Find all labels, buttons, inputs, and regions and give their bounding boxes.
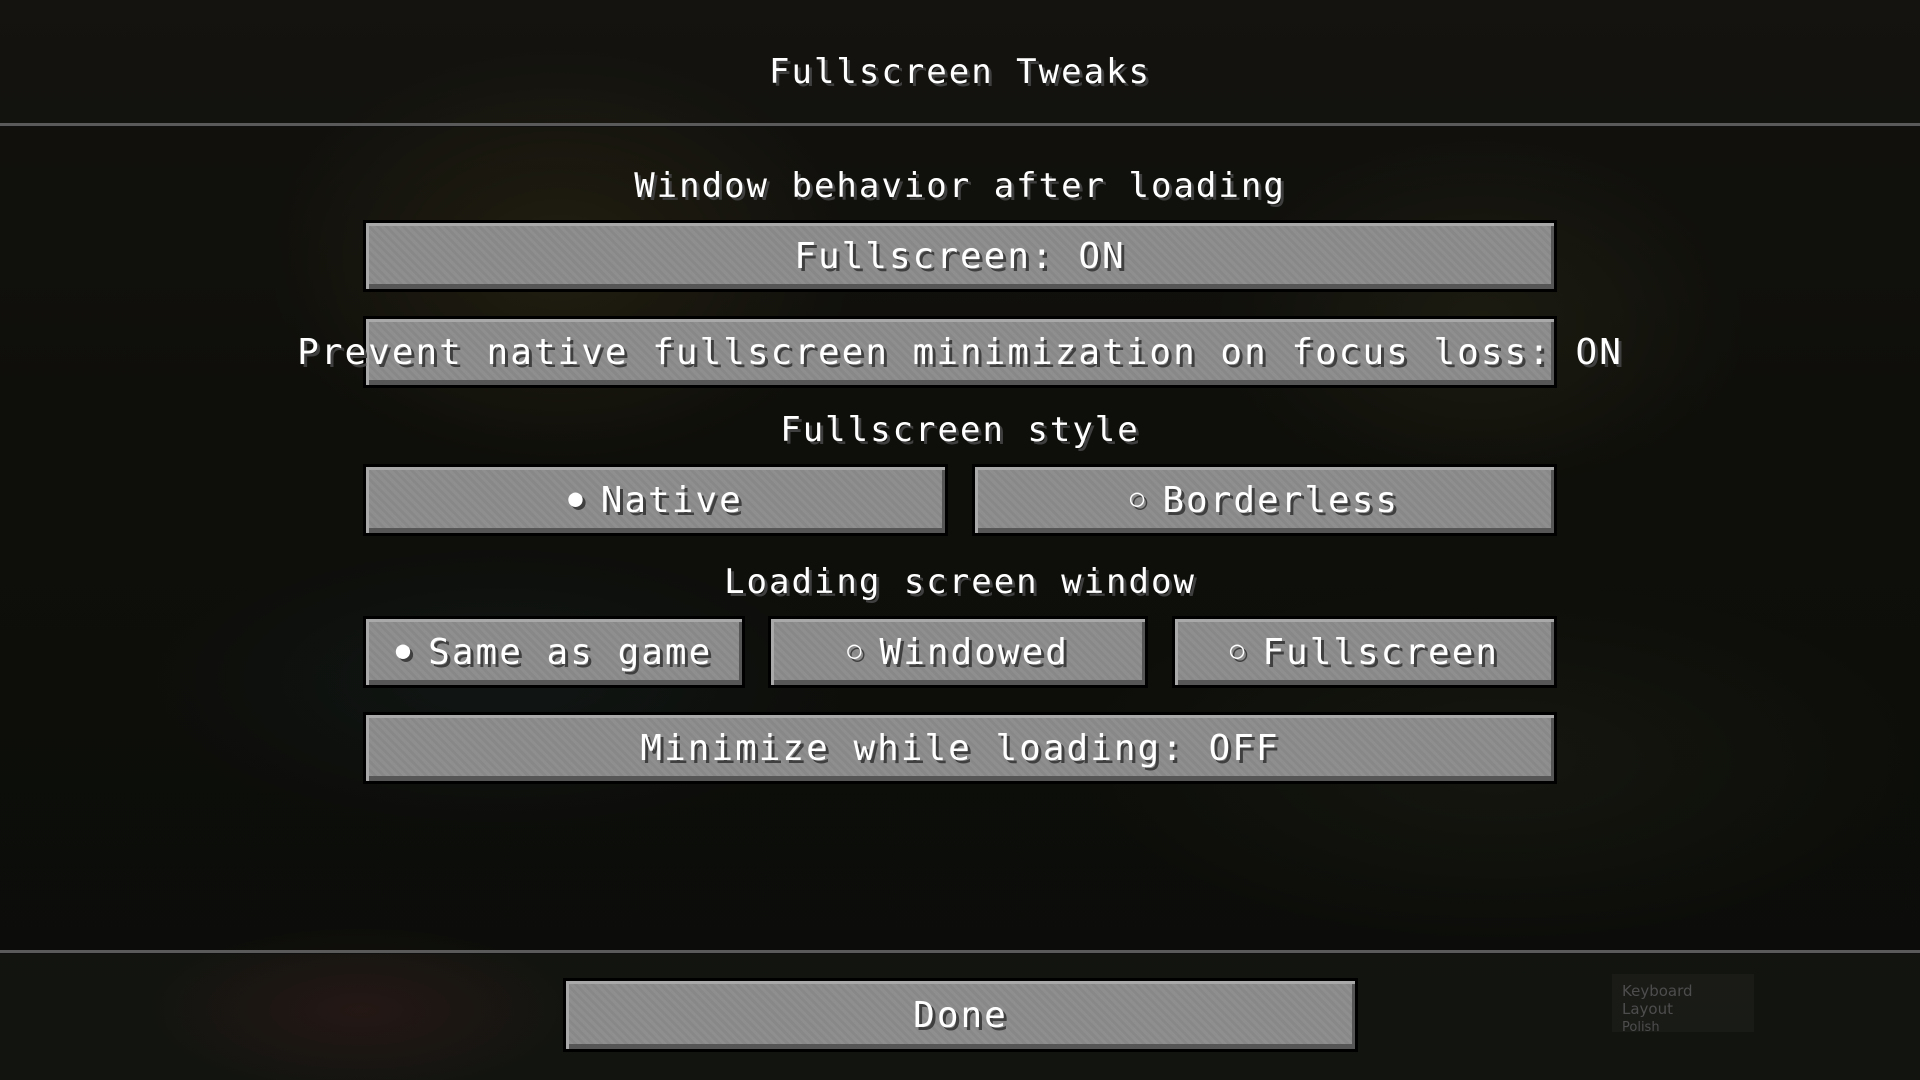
- style-native-label: Native: [600, 479, 743, 521]
- minimize-while-loading-label: Minimize while loading: OFF: [640, 727, 1280, 769]
- loading-fullscreen-radio-button[interactable]: ○ Fullscreen: [1172, 616, 1557, 688]
- screen-title: Fullscreen Tweaks: [769, 52, 1151, 92]
- fullscreen-toggle-button[interactable]: Fullscreen: ON: [363, 220, 1557, 292]
- keyboard-layout-value: Polish: [1622, 1020, 1660, 1035]
- prevent-minimization-label: Prevent native fullscreen minimization o…: [297, 331, 1623, 373]
- section-fullscreen-style-label: Fullscreen style: [780, 410, 1140, 450]
- section-loading-screen-window-label: Loading screen window: [724, 562, 1196, 602]
- section-window-behavior-label: Window behavior after loading: [634, 166, 1286, 206]
- keyboard-layout-overlay: Keyboard Layout Polish: [1612, 974, 1754, 1035]
- done-button[interactable]: Done: [563, 978, 1358, 1052]
- minimize-while-loading-button[interactable]: Minimize while loading: OFF: [363, 712, 1557, 784]
- empty-radio-icon: ○: [847, 636, 864, 664]
- footer-separator: [0, 950, 1920, 954]
- loading-windowed-label: Windowed: [879, 631, 1069, 673]
- filled-radio-icon: ●: [568, 484, 585, 512]
- style-borderless-label: Borderless: [1162, 479, 1400, 521]
- filled-radio-icon: ●: [395, 636, 413, 664]
- keyboard-layout-title: Keyboard Layout: [1622, 982, 1693, 1018]
- done-label: Done: [913, 994, 1008, 1036]
- prevent-minimization-button[interactable]: Prevent native fullscreen minimization o…: [297, 316, 1621, 388]
- empty-radio-icon: ○: [1229, 636, 1247, 664]
- style-borderless-radio-button[interactable]: ○ Borderless: [972, 464, 1557, 536]
- loading-windowed-radio-button[interactable]: ○ Windowed: [768, 616, 1148, 688]
- loading-same-as-game-label: Same as game: [428, 631, 713, 673]
- loading-same-as-game-radio-button[interactable]: ● Same as game: [363, 616, 745, 688]
- empty-radio-icon: ○: [1129, 484, 1147, 512]
- style-native-radio-button[interactable]: ● Native: [363, 464, 948, 536]
- loading-fullscreen-label: Fullscreen: [1262, 631, 1500, 673]
- fullscreen-toggle-label: Fullscreen: ON: [794, 235, 1126, 277]
